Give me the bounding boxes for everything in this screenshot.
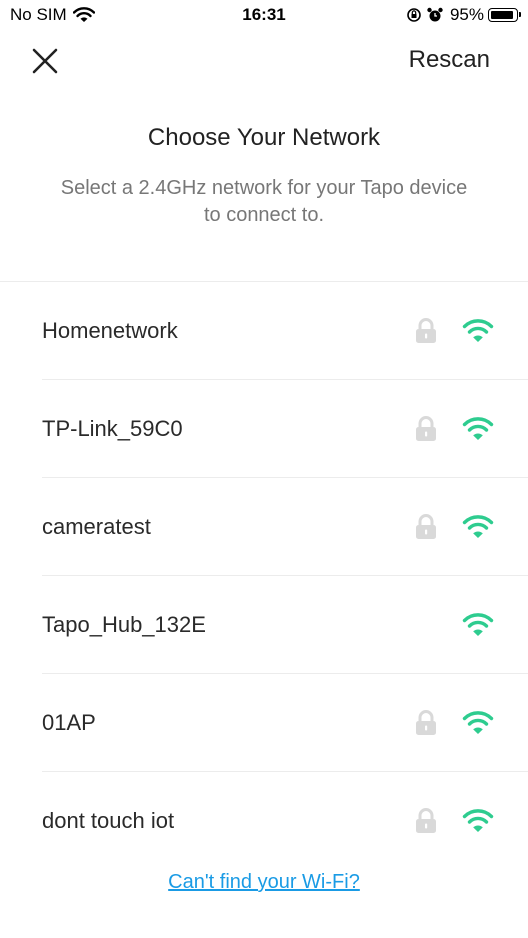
close-icon [32, 48, 58, 74]
network-name: 01AP [42, 710, 96, 735]
network-name: TP-Link_59C0 [42, 416, 183, 441]
wifi-signal-icon [462, 319, 494, 342]
lock-icon [416, 318, 436, 343]
wifi-signal-icon [462, 711, 494, 734]
status-bar: No SIM 16:31 95% [0, 0, 528, 32]
rescan-button[interactable]: Rescan [409, 46, 490, 74]
cant-find-wifi-link[interactable]: Can't find your Wi-Fi? [0, 871, 528, 894]
lock-icon [416, 710, 436, 735]
lock-icon [416, 514, 436, 539]
wifi-signal-icon [462, 613, 494, 636]
network-row[interactable]: 01AP [0, 674, 528, 772]
wifi-signal-icon [462, 515, 494, 538]
network-row[interactable]: cameratest [0, 478, 528, 576]
network-row[interactable]: dont touch iot [0, 772, 528, 870]
alarm-icon [427, 7, 443, 22]
orientation-lock-icon [407, 8, 421, 22]
wifi-signal-icon [462, 809, 494, 832]
network-name: Homenetwork [42, 318, 178, 343]
network-row[interactable]: Tapo_Hub_132E [0, 576, 528, 674]
lock-icon [416, 416, 436, 441]
lock-icon [416, 808, 436, 833]
network-name: dont touch iot [42, 808, 175, 833]
close-button[interactable] [28, 44, 62, 78]
network-row[interactable]: TP-Link_59C0 [0, 380, 528, 478]
page-title: Choose Your Network [147, 124, 381, 151]
nav-bar: Rescan [0, 36, 528, 84]
network-list: Homenetwork TP-Link_59C0 cameratest Tapo… [0, 282, 528, 870]
wifi-signal-icon [462, 417, 494, 440]
network-name: Tapo_Hub_132E [42, 612, 206, 637]
network-name: cameratest [42, 514, 151, 539]
battery-icon [488, 8, 521, 22]
page-subtitle: Select a 2.4GHz network for your Tapo de… [60, 177, 468, 226]
battery-percent: 95% [449, 5, 484, 24]
status-right: 95% [406, 5, 521, 25]
network-row[interactable]: Homenetwork [0, 282, 528, 380]
